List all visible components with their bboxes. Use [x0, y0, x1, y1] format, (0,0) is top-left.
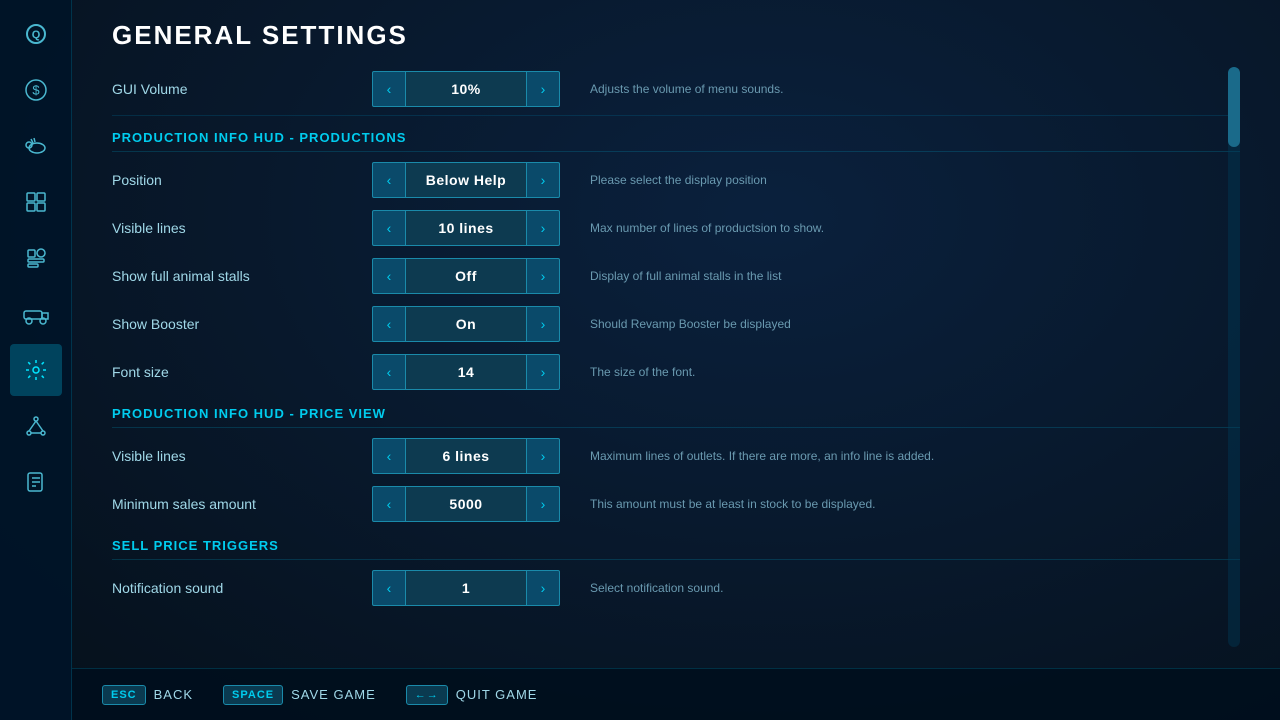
- font-size-control: ‹ 14 ›: [372, 354, 560, 390]
- visible-lines-desc: Max number of lines of productsion to sh…: [590, 221, 1240, 235]
- visible-lines-value: 10 lines: [406, 210, 526, 246]
- save-game-button[interactable]: SPACE SAVE GAME: [223, 685, 376, 705]
- gui-volume-next-btn[interactable]: ›: [526, 71, 560, 107]
- min-sales-label: Minimum sales amount: [112, 496, 372, 512]
- notification-sound-control: ‹ 1 ›: [372, 570, 560, 606]
- back-label: BACK: [154, 687, 193, 702]
- min-sales-prev-btn[interactable]: ‹: [372, 486, 406, 522]
- setting-row-font-size: Font size ‹ 14 › The size of the font.: [112, 348, 1240, 396]
- min-sales-value: 5000: [406, 486, 526, 522]
- setting-row-visible-lines: Visible lines ‹ 10 lines › Max number of…: [112, 204, 1240, 252]
- visible-lines-control: ‹ 10 lines ›: [372, 210, 560, 246]
- booster-value: On: [406, 306, 526, 342]
- position-label: Position: [112, 172, 372, 188]
- save-label: SAVE GAME: [291, 687, 376, 702]
- bottom-bar: ESC BACK SPACE SAVE GAME ←→ QUIT GAME: [72, 668, 1280, 720]
- animal-stalls-next-btn[interactable]: ›: [526, 258, 560, 294]
- setting-row-notification-sound: Notification sound ‹ 1 › Select notifica…: [112, 564, 1240, 612]
- visible-lines-label: Visible lines: [112, 220, 372, 236]
- animal-stalls-desc: Display of full animal stalls in the lis…: [590, 269, 1240, 283]
- sidebar-item-vehicles[interactable]: [10, 288, 62, 340]
- esc-key-badge: ESC: [102, 685, 146, 705]
- price-visible-lines-desc: Maximum lines of outlets. If there are m…: [590, 449, 1240, 463]
- gui-volume-prev-btn[interactable]: ‹: [372, 71, 406, 107]
- gui-volume-row: GUI Volume ‹ 10% › Adjusts the volume of…: [112, 67, 1240, 116]
- sidebar: Q $: [0, 0, 72, 720]
- animal-stalls-value: Off: [406, 258, 526, 294]
- notification-sound-label: Notification sound: [112, 580, 372, 596]
- price-visible-lines-prev-btn[interactable]: ‹: [372, 438, 406, 474]
- booster-desc: Should Revamp Booster be displayed: [590, 317, 1240, 331]
- font-size-prev-btn[interactable]: ‹: [372, 354, 406, 390]
- setting-row-price-visible-lines: Visible lines ‹ 6 lines › Maximum lines …: [112, 432, 1240, 480]
- booster-prev-btn[interactable]: ‹: [372, 306, 406, 342]
- notification-sound-value: 1: [406, 570, 526, 606]
- notification-sound-next-btn[interactable]: ›: [526, 570, 560, 606]
- font-size-value: 14: [406, 354, 526, 390]
- quit-key-badge: ←→: [406, 685, 448, 705]
- svg-text:$: $: [32, 83, 40, 98]
- scrollbar-thumb[interactable]: [1228, 67, 1240, 147]
- back-button[interactable]: ESC BACK: [102, 685, 193, 705]
- position-prev-btn[interactable]: ‹: [372, 162, 406, 198]
- sidebar-item-production[interactable]: [10, 232, 62, 284]
- page-title: GENERAL SETTINGS: [112, 20, 1240, 51]
- gui-volume-label: GUI Volume: [112, 81, 372, 97]
- position-control: ‹ Below Help ›: [372, 162, 560, 198]
- sidebar-item-money[interactable]: $: [10, 64, 62, 116]
- setting-row-position: Position ‹ Below Help › Please select th…: [112, 156, 1240, 204]
- animal-stalls-prev-btn[interactable]: ‹: [372, 258, 406, 294]
- gui-volume-value: 10%: [406, 71, 526, 107]
- price-visible-lines-label: Visible lines: [112, 448, 372, 464]
- animal-stalls-control: ‹ Off ›: [372, 258, 560, 294]
- visible-lines-prev-btn[interactable]: ‹: [372, 210, 406, 246]
- price-view-section-header: PRODUCTION INFO HUD - PRICE VIEW: [112, 396, 1240, 428]
- position-next-btn[interactable]: ›: [526, 162, 560, 198]
- font-size-desc: The size of the font.: [590, 365, 1240, 379]
- space-key-badge: SPACE: [223, 685, 283, 705]
- sell-triggers-section-header: SELL PRICE TRIGGERS: [112, 528, 1240, 560]
- quit-game-button[interactable]: ←→ QUIT GAME: [406, 685, 538, 705]
- min-sales-desc: This amount must be at least in stock to…: [590, 497, 1240, 511]
- svg-text:Q: Q: [31, 29, 40, 41]
- gui-volume-control: ‹ 10% ›: [372, 71, 560, 107]
- position-value: Below Help: [406, 162, 526, 198]
- price-visible-lines-next-btn[interactable]: ›: [526, 438, 560, 474]
- visible-lines-next-btn[interactable]: ›: [526, 210, 560, 246]
- booster-label: Show Booster: [112, 316, 372, 332]
- sidebar-item-guide[interactable]: [10, 456, 62, 508]
- setting-row-animal-stalls: Show full animal stalls ‹ Off › Display …: [112, 252, 1240, 300]
- font-size-next-btn[interactable]: ›: [526, 354, 560, 390]
- gui-volume-desc: Adjusts the volume of menu sounds.: [590, 82, 1240, 96]
- price-visible-lines-value: 6 lines: [406, 438, 526, 474]
- sidebar-item-q[interactable]: Q: [10, 8, 62, 60]
- quit-label: QUIT GAME: [456, 687, 538, 702]
- min-sales-control: ‹ 5000 ›: [372, 486, 560, 522]
- min-sales-next-btn[interactable]: ›: [526, 486, 560, 522]
- scrollbar-track[interactable]: [1228, 67, 1240, 647]
- animal-stalls-label: Show full animal stalls: [112, 268, 372, 284]
- notification-sound-desc: Select notification sound.: [590, 581, 1240, 595]
- setting-row-booster: Show Booster ‹ On › Should Revamp Booste…: [112, 300, 1240, 348]
- productions-section-header: PRODUCTION INFO HUD - PRODUCTIONS: [112, 120, 1240, 152]
- position-desc: Please select the display position: [590, 173, 1240, 187]
- settings-area: GUI Volume ‹ 10% › Adjusts the volume of…: [112, 67, 1240, 647]
- notification-sound-prev-btn[interactable]: ‹: [372, 570, 406, 606]
- sidebar-item-animals[interactable]: [10, 120, 62, 172]
- font-size-label: Font size: [112, 364, 372, 380]
- sidebar-item-fields[interactable]: [10, 176, 62, 228]
- sidebar-item-network[interactable]: [10, 400, 62, 452]
- setting-row-min-sales: Minimum sales amount ‹ 5000 › This amoun…: [112, 480, 1240, 528]
- booster-next-btn[interactable]: ›: [526, 306, 560, 342]
- price-visible-lines-control: ‹ 6 lines ›: [372, 438, 560, 474]
- booster-control: ‹ On ›: [372, 306, 560, 342]
- sidebar-item-settings[interactable]: [10, 344, 62, 396]
- main-content: GENERAL SETTINGS GUI Volume ‹ 10% › Adju…: [72, 0, 1280, 720]
